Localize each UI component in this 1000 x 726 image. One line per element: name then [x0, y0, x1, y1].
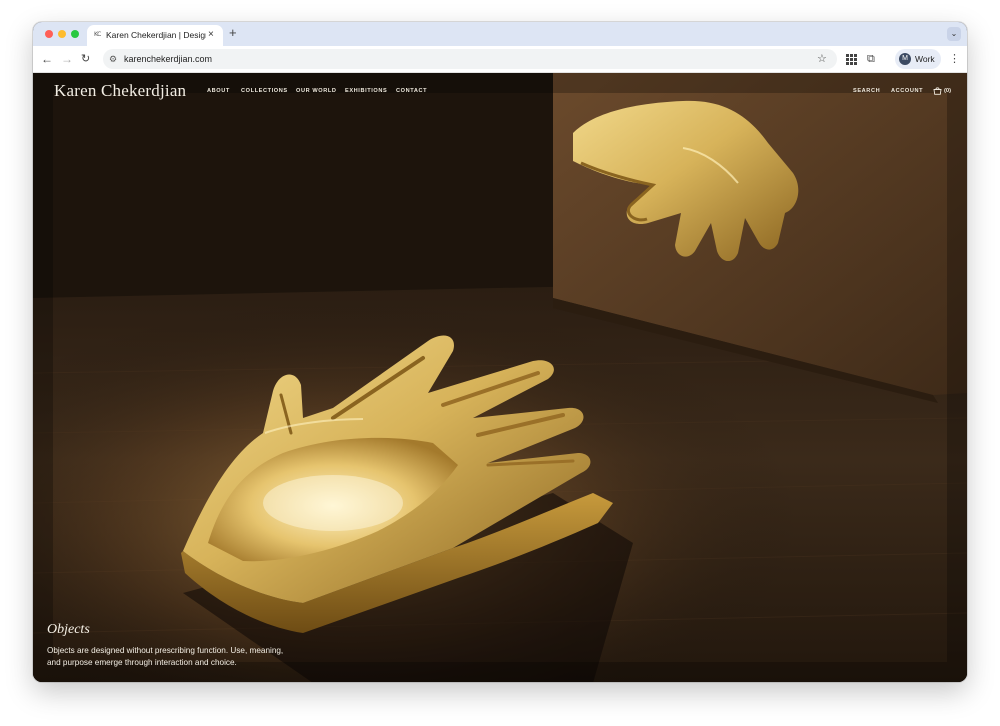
address-bar[interactable]: ⚙ karenchekerdjian.com ☆	[103, 49, 837, 69]
tab-search-chevron-icon[interactable]: ⌄	[947, 27, 961, 41]
search-link[interactable]: SEARCH	[853, 87, 880, 95]
web-page: Karen Chekerdjian ABOUT COLLECTIONS OUR …	[33, 73, 967, 682]
browser-window: KC Karen Chekerdjian | Design | Beirut ×…	[33, 22, 967, 682]
new-tab-button[interactable]: +	[229, 26, 237, 40]
cart-count[interactable]: (0)	[944, 87, 951, 95]
nav-exhibitions[interactable]: EXHIBITIONS	[345, 87, 387, 95]
browser-toolbar: ← → ↻ ⚙ karenchekerdjian.com ☆ ⧉ M Work …	[33, 46, 967, 73]
url-text[interactable]: karenchekerdjian.com	[124, 52, 212, 66]
forward-arrow-icon[interactable]: →	[61, 51, 73, 67]
site-header: Karen Chekerdjian ABOUT COLLECTIONS OUR …	[33, 73, 967, 113]
nav-contact[interactable]: CONTACT	[396, 87, 427, 95]
site-info-icon[interactable]: ⚙	[109, 52, 117, 66]
profile-button[interactable]: M Work	[895, 49, 941, 69]
hero-description-line-2: and purpose emerge through interaction a…	[47, 658, 237, 667]
extensions-puzzle-icon[interactable]: ⧉	[867, 52, 875, 66]
nav-about[interactable]: ABOUT	[207, 87, 230, 95]
browser-menu-icon[interactable]: ⋮	[949, 51, 960, 67]
avatar: M	[899, 53, 911, 65]
nav-collections[interactable]: COLLECTIONS	[241, 87, 288, 95]
apps-grid-icon[interactable]	[846, 54, 857, 65]
maximize-window-button[interactable]	[71, 30, 79, 38]
minimize-window-button[interactable]	[58, 30, 66, 38]
close-window-button[interactable]	[45, 30, 53, 38]
cart-bag-icon[interactable]	[933, 86, 942, 95]
hero-title[interactable]: Objects	[47, 621, 90, 639]
nav-our-world[interactable]: OUR WORLD	[296, 87, 337, 95]
account-link[interactable]: ACCOUNT	[891, 87, 923, 95]
site-favicon-icon: KC	[94, 31, 101, 38]
tab-close-icon[interactable]: ×	[208, 28, 214, 42]
site-logo[interactable]: Karen Chekerdjian	[54, 80, 186, 102]
active-tab[interactable]: KC Karen Chekerdjian | Design | Beirut ×	[87, 25, 223, 46]
reload-icon[interactable]: ↻	[81, 51, 90, 67]
back-arrow-icon[interactable]: ←	[41, 51, 53, 67]
hero-image	[33, 73, 967, 682]
profile-label: Work	[915, 54, 935, 64]
hero-description-line-1: Objects are designed without prescribing…	[47, 646, 284, 655]
tab-title: Karen Chekerdjian | Design | Beirut	[106, 30, 206, 40]
bookmark-star-icon[interactable]: ☆	[817, 51, 827, 67]
tab-strip: KC Karen Chekerdjian | Design | Beirut ×…	[33, 22, 967, 46]
